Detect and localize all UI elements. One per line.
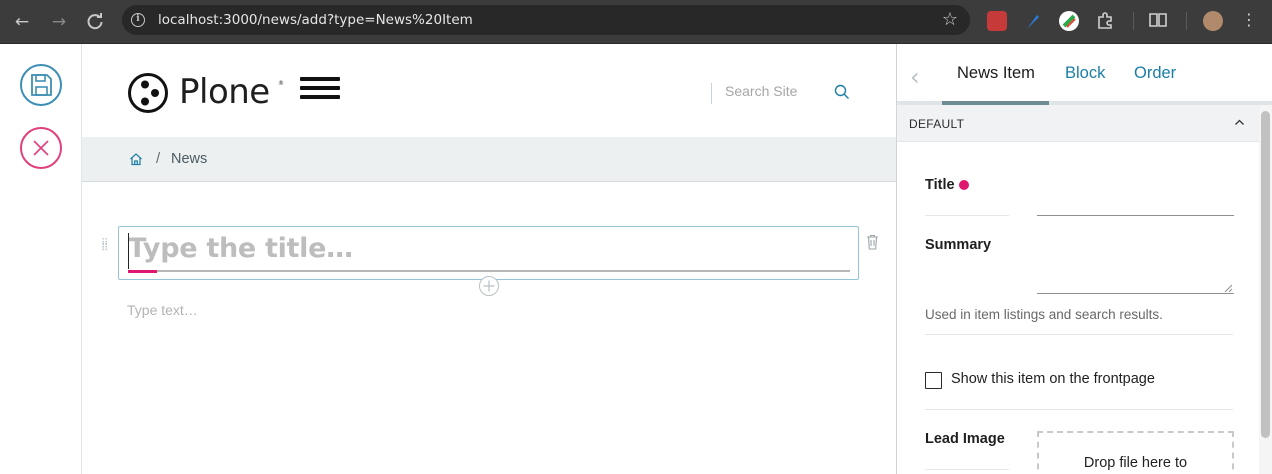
breadcrumb-news[interactable]: News — [171, 151, 207, 167]
add-block-button[interactable] — [479, 276, 499, 296]
breadcrumb-separator: / — [156, 150, 161, 167]
save-button[interactable] — [20, 64, 62, 106]
bookmark-star-icon[interactable]: ☆ — [942, 9, 958, 30]
sidebar-tabs: ‹ News Item Block Order — [897, 44, 1272, 105]
plone-logo-icon[interactable] — [127, 72, 169, 114]
toolbar-divider — [1133, 12, 1134, 30]
main-content: Plone ® / News ⠿⠿ Type the title… Type t… — [82, 44, 896, 474]
plus-icon — [483, 280, 495, 292]
trash-icon[interactable] — [866, 234, 879, 250]
field-divider — [925, 334, 1233, 335]
browser-toolbar: ← → i localhost:3000/news/add?type=News%… — [0, 0, 1272, 44]
section-default-header[interactable]: DEFAULT — [897, 105, 1259, 142]
site-info-icon[interactable]: i — [131, 13, 145, 27]
frontpage-checkbox[interactable] — [925, 372, 942, 389]
logo-wordmark[interactable]: Plone — [179, 72, 270, 112]
title-field-input[interactable] — [1037, 215, 1234, 216]
close-icon — [33, 140, 49, 156]
field-divider — [925, 215, 1009, 216]
tab-news-item[interactable]: News Item — [957, 64, 1035, 83]
extension-icon-bug[interactable] — [987, 11, 1007, 31]
dropzone-text: Drop file here to — [1083, 455, 1188, 471]
tab-block[interactable]: Block — [1065, 64, 1105, 83]
sidebar-scrollbar-thumb[interactable] — [1261, 111, 1270, 438]
lead-image-dropzone[interactable]: Drop file here to — [1037, 431, 1234, 474]
forward-icon[interactable]: → — [47, 10, 71, 34]
save-icon — [31, 74, 52, 96]
summary-help-text: Used in item listings and search results… — [925, 307, 1163, 322]
extensions-puzzle-icon[interactable] — [1094, 9, 1116, 31]
text-block-placeholder[interactable]: Type text… — [127, 302, 198, 318]
text-cursor — [128, 233, 129, 269]
extension-icon-feather[interactable] — [1023, 11, 1043, 31]
search-input[interactable] — [725, 83, 825, 99]
reading-list-icon[interactable] — [1147, 9, 1169, 31]
title-input[interactable]: Type the title… — [128, 233, 353, 264]
extension-icon-color[interactable] — [1059, 11, 1079, 31]
edit-toolbar — [0, 44, 82, 474]
address-bar[interactable]: i localhost:3000/news/add?type=News%20It… — [122, 5, 970, 35]
summary-field-label: Summary — [925, 237, 992, 253]
search-divider — [711, 83, 712, 104]
hamburger-menu-icon[interactable] — [300, 77, 340, 101]
required-indicator — [959, 180, 969, 190]
toolbar-divider — [1186, 12, 1187, 30]
back-icon[interactable]: ← — [10, 10, 34, 34]
lead-image-field-label: Lead Image — [925, 431, 1005, 447]
sidebar-collapse-chevron-icon[interactable]: ‹ — [910, 63, 920, 91]
url-text[interactable]: localhost:3000/news/add?type=News%20Item — [158, 12, 473, 28]
home-icon[interactable] — [129, 152, 143, 166]
profile-avatar[interactable] — [1203, 11, 1223, 31]
field-divider — [925, 469, 1009, 470]
resize-grip-icon[interactable] — [1224, 284, 1233, 293]
title-underline — [128, 270, 850, 272]
field-divider — [925, 409, 1233, 410]
more-menu-icon[interactable]: ⋮ — [1238, 9, 1260, 31]
breadcrumb: / News — [82, 137, 896, 182]
section-default-label: DEFAULT — [909, 117, 965, 131]
drag-handle-icon[interactable]: ⠿ ⠿ — [101, 239, 109, 254]
title-field-label: Title — [925, 177, 955, 193]
frontpage-checkbox-label[interactable]: Show this item on the frontpage — [951, 371, 1155, 387]
summary-textarea[interactable] — [1037, 272, 1234, 294]
cancel-button[interactable] — [20, 127, 62, 169]
title-underline-accent — [128, 270, 157, 273]
search-icon[interactable] — [834, 84, 850, 100]
reload-icon[interactable] — [83, 10, 107, 34]
tab-order[interactable]: Order — [1134, 64, 1176, 83]
logo-registered-mark: ® — [278, 80, 284, 87]
title-block[interactable]: Type the title… — [118, 226, 859, 280]
chevron-up-icon[interactable] — [1233, 116, 1246, 129]
sidebar: ‹ News Item Block Order DEFAULT Title Su… — [896, 44, 1272, 474]
